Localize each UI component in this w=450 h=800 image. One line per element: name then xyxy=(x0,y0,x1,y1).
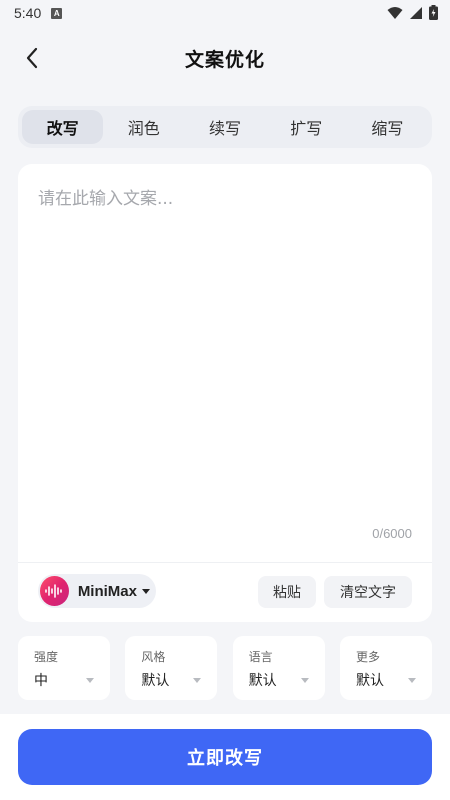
chevron-left-icon xyxy=(26,47,38,69)
clear-text-button[interactable]: 清空文字 xyxy=(324,576,412,608)
tab-rewrite[interactable]: 改写 xyxy=(22,110,104,144)
option-more[interactable]: 更多 默认 xyxy=(339,636,432,700)
mode-tabs: 改写 润色 续写 扩写 缩写 xyxy=(18,106,432,148)
option-language[interactable]: 语言 默认 xyxy=(232,636,325,700)
tab-continue[interactable]: 续写 xyxy=(184,110,265,144)
back-button[interactable] xyxy=(18,44,46,72)
option-value: 默认 xyxy=(248,673,277,689)
editor-card: 0/6000 MiniMax 粘贴 清空文字 xyxy=(18,164,432,622)
option-style[interactable]: 风格 默认 xyxy=(125,636,218,700)
options-row: 强度 中 风格 默认 语言 默认 更多 默认 xyxy=(18,636,432,700)
caret-down-icon xyxy=(300,678,309,683)
caret-down-icon xyxy=(407,678,416,683)
option-value: 默认 xyxy=(141,673,170,689)
option-value: 中 xyxy=(34,673,48,689)
copy-text-input[interactable] xyxy=(18,164,432,534)
tab-polish[interactable]: 润色 xyxy=(103,110,184,144)
status-icons xyxy=(387,5,438,20)
option-label: 风格 xyxy=(141,650,166,664)
caret-down-icon xyxy=(142,588,150,594)
char-count: 0/6000 xyxy=(372,526,412,541)
battery-icon xyxy=(429,5,438,20)
editor-divider xyxy=(18,562,432,563)
option-label: 强度 xyxy=(34,650,59,664)
status-time: 5:40 xyxy=(14,5,42,21)
minimax-logo-icon xyxy=(40,576,69,606)
option-intensity[interactable]: 强度 中 xyxy=(18,636,110,700)
caret-down-icon xyxy=(193,678,202,683)
caret-down-icon xyxy=(86,678,94,683)
page-title: 文案优化 xyxy=(184,48,265,71)
header: 文案优化 xyxy=(0,34,450,82)
option-label: 语言 xyxy=(248,650,273,664)
model-name: MiniMax xyxy=(77,582,137,600)
wifi-icon xyxy=(387,6,403,19)
tab-expand[interactable]: 扩写 xyxy=(266,110,347,144)
rewrite-now-button[interactable]: 立即改写 xyxy=(18,729,432,785)
status-bar: 5:40 A xyxy=(0,0,450,26)
tab-shorten[interactable]: 缩写 xyxy=(347,110,428,144)
paste-button[interactable]: 粘贴 xyxy=(258,576,316,608)
option-label: 更多 xyxy=(355,650,380,664)
model-selector[interactable]: MiniMax xyxy=(38,574,156,608)
notification-a-icon: A xyxy=(51,7,63,19)
option-value: 默认 xyxy=(355,673,384,689)
signal-icon xyxy=(410,6,422,19)
